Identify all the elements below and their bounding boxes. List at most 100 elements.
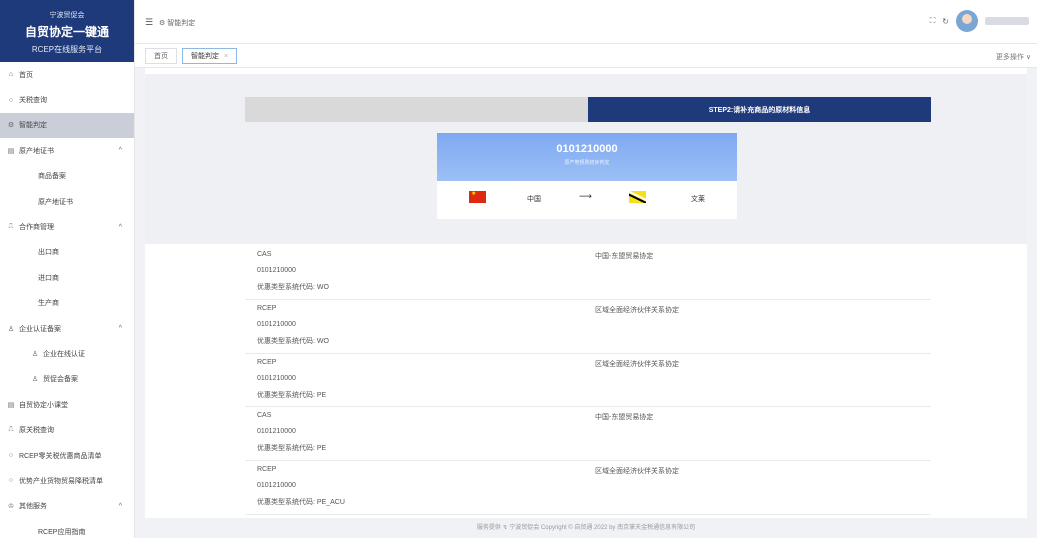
preference-code: 优惠类型系统代码: PE_ACU [257, 499, 345, 507]
more-operations-dropdown[interactable]: 更多操作 ∨ [996, 52, 1031, 62]
sidebar-item[interactable]: 商品备案 [0, 164, 134, 189]
result-hs-code: 0101210000 [257, 320, 296, 328]
step-1[interactable] [245, 97, 588, 122]
fullscreen-icon[interactable]: ⛶ [930, 16, 936, 26]
preference-code: 优惠类型系统代码: PE [257, 445, 327, 453]
sidebar-item[interactable]: RCEP应用指南 [0, 519, 134, 538]
result-hs-code: 0101210000 [257, 374, 296, 382]
sidebar-item[interactable]: 生产商 [0, 291, 134, 316]
tab-smart-judge-label: 智能判定 [191, 53, 219, 60]
sidebar: 宁波贸促会 自贸协定一键通 RCEP在线服务平台 ⌂ 首页 ○ 关税查询 ⚙ 智能判定 ▤ 原… [0, 0, 135, 538]
rule-name: CAS [257, 412, 272, 420]
footer: 服务提供 ↯ 宁波贸促会 Copyright © 自贸通 2022 by 南京掌… [476, 525, 696, 531]
sidebar-item[interactable]: ♙ 企业在线认证 [0, 341, 134, 366]
agreement-name: 区域全面经济伙伴关系协定 [595, 360, 679, 368]
top-bar: ☰ ⚙ 智能判定 ⛶ ↻ [135, 0, 1037, 44]
sidebar-item[interactable]: 出口商 [0, 240, 134, 265]
sidebar-item[interactable]: ⎍ 原关税查询 [0, 417, 134, 442]
menu-toggle-icon[interactable]: ☰ [145, 17, 153, 27]
sidebar-item-label: 优势产业货物贸易降税清单 [19, 477, 103, 485]
user-icon: ♙ [31, 376, 39, 384]
origin-country: 中国 [527, 196, 541, 203]
sidebar-item-label: 企业在线认证 [43, 350, 85, 358]
brunei-flag-icon [629, 191, 646, 203]
username-placeholder[interactable] [985, 17, 1029, 25]
sidebar-item[interactable]: 进口商 [0, 265, 134, 290]
sidebar-item[interactable]: ▤ 原产地证书 ^ [0, 138, 134, 163]
enterprise-icon: ♙ [7, 325, 15, 333]
sidebar-item[interactable]: ▤ 自贸协定小课堂 [0, 392, 134, 417]
search-icon: ○ [8, 452, 14, 460]
sidebar-menu: ⌂ 首页 ○ 关税查询 ⚙ 智能判定 ▤ 原产地证书 ^ 商品备案 原产地证书 ⎍ 合作商管理 ^ 出口商进… [0, 62, 134, 538]
agreement-name: 中国-东盟贸易协定 [595, 414, 654, 422]
tab-smart-judge[interactable]: 智能判定 × [182, 48, 238, 64]
result-row[interactable]: RCEP 0101210000 优惠类型系统代码: PE_ACU 区域全面经济伙伴关系… [245, 461, 931, 515]
sidebar-item-label: 其他服务 [19, 503, 47, 511]
sidebar-item-label: 首页 [19, 71, 33, 79]
brand-title: 自贸协定一键通 [24, 25, 109, 39]
preference-code: 优惠类型系统代码: WO [257, 284, 329, 291]
sidebar-item[interactable]: 原产地证书 [0, 189, 134, 214]
result-hs-code: 0101210000 [257, 428, 296, 436]
breadcrumb-gear-icon: ⚙ [159, 20, 166, 27]
sidebar-item[interactable]: ⎍ 合作商管理 ^ [0, 214, 134, 239]
avatar[interactable] [956, 10, 978, 32]
chevron-up-icon[interactable]: ^ [119, 503, 122, 510]
sidebar-item[interactable]: ♙ 企业认证备案 ^ [0, 316, 134, 341]
sidebar-item-label: 商品备案 [38, 173, 66, 181]
book-icon: ▤ [7, 401, 15, 409]
result-row[interactable]: CAS 0101210000 优惠类型系统代码: WO 中国-东盟贸易协定 [245, 246, 931, 300]
rule-name: RCEP [257, 358, 277, 366]
brand-header[interactable]: 宁波贸促会 自贸协定一键通 RCEP在线服务平台 [0, 0, 134, 62]
sidebar-item[interactable]: ⚙ 智能判定 [0, 112, 134, 139]
hs-card-subtitle: 原产地规则初步判定 [564, 160, 610, 166]
breadcrumb-label[interactable]: 智能判定 [167, 20, 195, 27]
agreement-name: 区域全面经济伙伴关系协定 [595, 306, 679, 314]
agreement-name: 中国-东盟贸易协定 [595, 253, 654, 260]
rule-name: CAS [257, 251, 272, 258]
partner-icon: ⎍ [8, 223, 14, 231]
sidebar-item-label: 生产商 [38, 300, 59, 308]
result-hs-code: 0101210000 [257, 267, 296, 274]
tariff-icon: ⎍ [8, 426, 14, 434]
chevron-up-icon[interactable]: ^ [119, 224, 122, 231]
sidebar-item[interactable]: ♙ 贸促会备案 [0, 367, 134, 392]
refresh-icon[interactable]: ↻ [942, 17, 949, 26]
brand-subtitle: RCEP在线服务平台 [31, 45, 103, 54]
step-bar: STEP2:请补充商品的原材料信息 [245, 97, 931, 122]
chevron-up-icon[interactable]: ^ [119, 325, 122, 332]
chevron-up-icon[interactable]: ^ [119, 147, 122, 154]
arrow-right-icon: ⟶ [579, 191, 592, 201]
sidebar-item-label: 原产地证书 [19, 147, 54, 155]
china-flag-icon [469, 190, 486, 203]
preference-code: 优惠类型系统代码: PE [257, 391, 327, 399]
sidebar-item-label: 合作商管理 [19, 224, 54, 232]
user-icon: ♙ [31, 350, 39, 358]
sidebar-item[interactable]: ♔ 其他服务 ^ [0, 494, 134, 519]
sidebar-item[interactable]: ○ 优势产业货物贸易降税清单 [0, 468, 134, 493]
trade-route: 中国 ⟶ 文莱 [437, 181, 737, 219]
sidebar-item[interactable]: ○ RCEP零关税优惠商品清单 [0, 443, 134, 468]
hs-card-header: 0101210000 原产地规则初步判定 [437, 133, 737, 181]
service-icon: ♔ [7, 503, 15, 511]
result-row[interactable]: RCEP 0101210000 优惠类型系统代码: PE 区域全面经济伙伴关系协定 [245, 354, 931, 408]
sidebar-item-label: 关税查询 [19, 97, 47, 105]
sidebar-item-label: 贸促会备案 [43, 376, 78, 384]
tab-home[interactable]: 首页 [145, 48, 177, 64]
sidebar-item[interactable]: ○ 关税查询 [0, 87, 134, 112]
top-right-actions: ⛶ ↻ [930, 10, 1029, 32]
destination-country: 文莱 [691, 196, 705, 203]
close-icon[interactable]: × [224, 53, 228, 60]
sidebar-item-label: 进口商 [38, 274, 59, 282]
result-row[interactable]: CAS 0101210000 优惠类型系统代码: PE 中国-东盟贸易协定 [245, 407, 931, 462]
sidebar-item[interactable]: ⌂ 首页 [0, 62, 134, 87]
sidebar-item-label: 原产地证书 [38, 198, 73, 206]
home-icon: ⌂ [8, 71, 14, 79]
rule-name: RCEP [257, 466, 277, 474]
preference-code: 优惠类型系统代码: WO [257, 337, 329, 345]
step-2[interactable]: STEP2:请补充商品的原材料信息 [588, 97, 931, 122]
gear-icon: ⚙ [7, 122, 15, 130]
sidebar-item-label: 出口商 [38, 249, 59, 257]
result-row[interactable]: RCEP 0101210000 优惠类型系统代码: WO 区域全面经济伙伴关系协定 [245, 300, 931, 354]
hs-code-card: 0101210000 原产地规则初步判定 中国 ⟶ 文莱 [437, 133, 737, 219]
